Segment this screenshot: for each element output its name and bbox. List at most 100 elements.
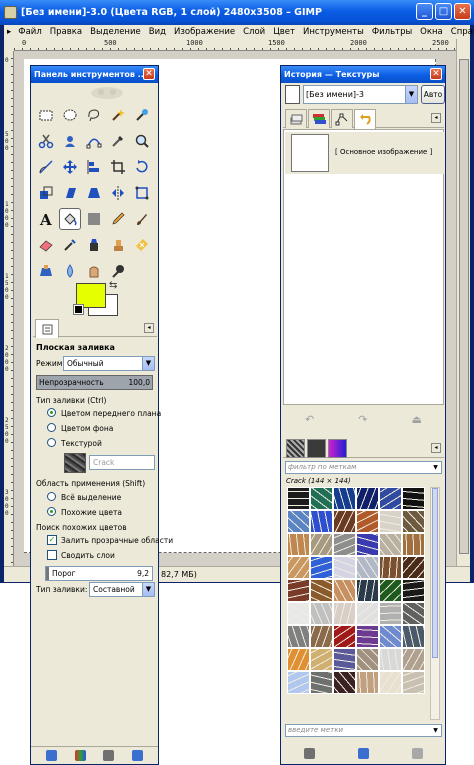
tab-menu-icon[interactable]: ◂ <box>144 323 154 333</box>
dodge-burn-icon[interactable] <box>107 260 129 282</box>
pattern-swatch[interactable] <box>379 602 402 625</box>
reset-options-icon[interactable] <box>132 750 144 761</box>
color-picker-icon[interactable] <box>107 130 129 152</box>
menu-color[interactable]: Цвет <box>269 25 299 39</box>
pattern-filter-field[interactable]: фильтр по меткам ▼ <box>285 461 442 474</box>
pattern-swatch[interactable] <box>287 602 310 625</box>
menu-select[interactable]: Выделение <box>86 25 145 39</box>
foreground-select-icon[interactable] <box>59 130 81 152</box>
save-options-icon[interactable] <box>45 750 57 761</box>
pattern-swatch[interactable] <box>287 556 310 579</box>
restore-options-icon[interactable] <box>74 750 86 761</box>
default-colors-icon[interactable] <box>73 304 84 315</box>
pattern-swatch[interactable] <box>287 625 310 648</box>
radio-bg-fill[interactable] <box>47 423 56 432</box>
menu-help[interactable]: Справка <box>447 25 474 39</box>
close-icon[interactable]: ✕ <box>454 3 471 20</box>
menu-layer[interactable]: Слой <box>239 25 269 39</box>
pattern-swatch[interactable] <box>356 556 379 579</box>
merge-layers-checkbox[interactable] <box>47 550 57 560</box>
pattern-swatch[interactable] <box>379 487 402 510</box>
pattern-swatch[interactable] <box>310 533 333 556</box>
chevron-down-icon[interactable]: ▼ <box>430 725 441 736</box>
pattern-swatch[interactable] <box>356 602 379 625</box>
canvas-scrollbar[interactable] <box>456 39 470 566</box>
fill-by-select[interactable]: Составной ▼ <box>89 582 155 597</box>
crop-icon[interactable] <box>107 156 129 178</box>
menu-arrow-icon[interactable]: ▸ <box>4 25 14 39</box>
tab-gradients[interactable] <box>328 439 347 458</box>
pattern-swatch[interactable] <box>402 533 425 556</box>
radio-fg-fill[interactable] <box>47 408 56 417</box>
pattern-swatch[interactable] <box>333 671 356 694</box>
blend-icon[interactable] <box>83 208 105 230</box>
menu-image[interactable]: Изображение <box>170 25 239 39</box>
ellipse-select-icon[interactable] <box>59 104 81 126</box>
pattern-swatch[interactable] <box>310 579 333 602</box>
ruler-corner[interactable] <box>4 39 14 51</box>
dock-title-bar[interactable]: История — Текстуры <box>281 66 445 83</box>
pattern-swatch[interactable] <box>356 510 379 533</box>
pattern-swatch[interactable] <box>310 487 333 510</box>
delete-pattern-icon[interactable] <box>304 747 316 759</box>
pattern-swatch[interactable] <box>287 533 310 556</box>
text-icon[interactable]: A <box>35 208 57 230</box>
pattern-swatch[interactable] <box>379 648 402 671</box>
chevron-down-icon[interactable]: ▼ <box>405 86 417 103</box>
pattern-swatch[interactable] <box>402 556 425 579</box>
wilber-handle[interactable] <box>39 86 149 100</box>
pattern-swatch[interactable] <box>402 487 425 510</box>
pattern-swatch[interactable] <box>310 556 333 579</box>
mode-select[interactable]: Обычный ▼ <box>63 356 155 371</box>
swap-colors-icon[interactable]: ⇆ <box>109 280 117 291</box>
clear-history-icon[interactable]: ⏏ <box>412 413 422 426</box>
opacity-slider[interactable]: Непрозрачность 100,0 <box>36 375 153 390</box>
menu-view[interactable]: Вид <box>145 25 170 39</box>
pattern-swatch[interactable] <box>333 533 356 556</box>
refresh-patterns-icon[interactable] <box>357 747 369 759</box>
pattern-swatch[interactable] <box>402 602 425 625</box>
pattern-swatch[interactable] <box>356 533 379 556</box>
pattern-swatch[interactable] <box>333 602 356 625</box>
chevron-down-icon[interactable]: ▼ <box>142 583 154 596</box>
undo-icon[interactable]: ↶ <box>305 413 314 426</box>
open-pattern-icon[interactable] <box>411 747 423 759</box>
scrollbar-thumb[interactable] <box>432 488 438 658</box>
pattern-swatch[interactable] <box>379 556 402 579</box>
main-title-bar[interactable]: [Без имени]-3.0 (Цвета RGB, 1 слой) 2480… <box>0 0 474 25</box>
chevron-down-icon[interactable]: ▼ <box>142 357 154 370</box>
fill-transparent-checkbox[interactable]: ✓ <box>47 535 57 545</box>
close-icon[interactable]: ✕ <box>143 68 155 80</box>
pattern-swatch[interactable] <box>356 625 379 648</box>
shear-icon[interactable] <box>59 182 81 204</box>
zoom-icon[interactable] <box>131 130 153 152</box>
pattern-preview[interactable] <box>64 453 86 473</box>
blur-icon[interactable] <box>59 260 81 282</box>
pattern-swatch[interactable] <box>379 671 402 694</box>
pattern-swatch[interactable] <box>402 625 425 648</box>
smudge-icon[interactable] <box>83 260 105 282</box>
pattern-scrollbar[interactable] <box>430 487 440 720</box>
heal-icon[interactable] <box>131 234 153 256</box>
chevron-down-icon[interactable]: ▼ <box>430 462 441 473</box>
ruler-top[interactable]: 0 500 1000 1500 2000 2500 <box>14 39 456 51</box>
scrollbar-thumb[interactable] <box>459 59 469 554</box>
menu-tools[interactable]: Инструменты <box>299 25 368 39</box>
pattern-swatch[interactable] <box>310 625 333 648</box>
tab-menu-icon[interactable]: ◂ <box>431 443 441 453</box>
pattern-swatch[interactable] <box>402 648 425 671</box>
cage-icon[interactable] <box>131 182 153 204</box>
rotate-icon[interactable] <box>131 156 153 178</box>
menu-filters[interactable]: Фильтры <box>368 25 416 39</box>
radio-whole-selection[interactable] <box>47 492 56 501</box>
perspective-clone-icon[interactable] <box>35 260 57 282</box>
ruler-left[interactable]: 0 500 1000 1500 2000 2500 3000 <box>4 51 14 566</box>
tab-menu-icon[interactable]: ◂ <box>431 113 441 123</box>
clone-icon[interactable] <box>107 234 129 256</box>
move-icon[interactable] <box>59 156 81 178</box>
menu-edit[interactable]: Правка <box>46 25 86 39</box>
rect-select-icon[interactable] <box>35 104 57 126</box>
toolbox-title-bar[interactable]: Панель инструментов ... <box>31 66 158 83</box>
minimize-icon[interactable]: _ <box>416 3 433 20</box>
pattern-name-field[interactable]: Crack <box>89 455 155 470</box>
